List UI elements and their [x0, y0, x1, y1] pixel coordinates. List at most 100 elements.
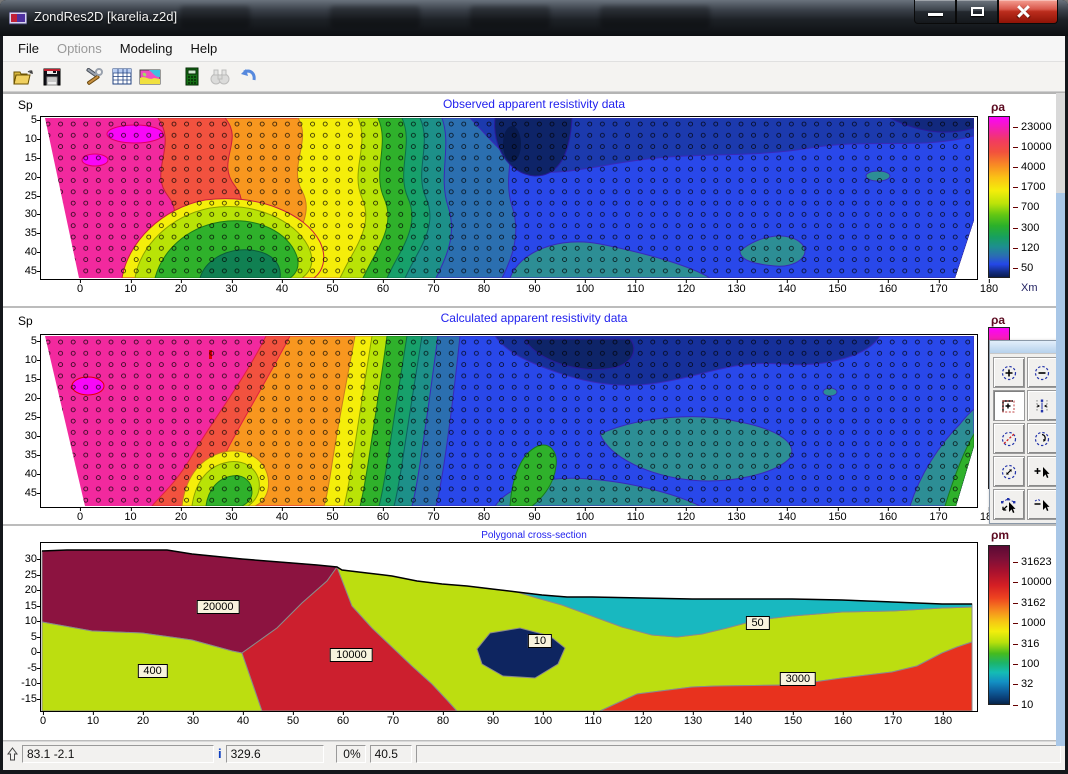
tick-label: 20 [175, 283, 187, 295]
status-bar: 83.1 -2.1 i 329.6 0% 40.5 [3, 741, 1065, 765]
region-labels: 20000 400 10000 10 50 3000 [40, 542, 978, 712]
model-plot[interactable]: 20000 400 10000 10 50 3000 [40, 542, 978, 712]
menu-bar: File Options Modeling Help [3, 36, 1065, 62]
tick-label: 10 [25, 354, 37, 366]
iteration-field: 40.5 [370, 745, 412, 763]
maximize-button[interactable] [956, 0, 998, 24]
close-button[interactable] [998, 0, 1058, 24]
tick-label: 110 [584, 715, 602, 727]
cut-polygon-button[interactable] [993, 423, 1025, 454]
tick-label: 20 [137, 715, 149, 727]
add-polygon-icon [1000, 397, 1018, 415]
calculated-plot[interactable] [40, 334, 978, 508]
tick-label: 170 [929, 511, 947, 523]
tick-label: 10 [87, 715, 99, 727]
progress-field: 0% [336, 745, 366, 763]
observed-plot[interactable] [40, 116, 978, 280]
tick-label: 10 [25, 133, 37, 145]
tick-label: 60 [377, 283, 389, 295]
resistivity-value-label[interactable]: 50 [745, 616, 769, 630]
tick-label: 50 [1021, 262, 1033, 274]
x-axis-label: Xm [1021, 282, 1038, 294]
tick-label: 5 [31, 114, 37, 126]
settings-button[interactable] [81, 65, 107, 89]
palette-title-bar[interactable] [990, 341, 1061, 354]
app-icon [9, 9, 27, 27]
right-scrollbar[interactable] [1056, 93, 1065, 746]
tick-label: 170 [884, 715, 902, 727]
section-view-button[interactable] [137, 65, 163, 89]
add-vertex-button[interactable] [1027, 456, 1059, 487]
undo-button[interactable] [235, 65, 261, 89]
floppy-disk-icon [43, 68, 61, 86]
search-button[interactable] [207, 65, 233, 89]
scrollbar-thumb[interactable] [1056, 193, 1065, 746]
add-polygon-button[interactable] [993, 390, 1025, 421]
move-vertex-button[interactable] [993, 489, 1025, 520]
menu-modeling[interactable]: Modeling [111, 38, 182, 59]
tick-label: 4000 [1021, 161, 1045, 173]
colorbar [988, 116, 1010, 278]
observed-panel: Observed apparent resistivity data Sp [3, 92, 1065, 307]
menu-file[interactable]: File [9, 38, 48, 59]
tick-label: -15 [21, 693, 37, 705]
resistivity-value-label[interactable]: 20000 [197, 600, 240, 614]
tick-label: 25 [25, 190, 37, 202]
move-vertex-icon [1000, 496, 1018, 514]
tick-label: 30 [187, 715, 199, 727]
move-edge-button[interactable] [1027, 390, 1059, 421]
delete-vertex-button[interactable] [1027, 489, 1059, 520]
y-axis-label: Sp [18, 98, 33, 112]
tick-label: 110 [627, 283, 645, 295]
scale-polygon-button[interactable] [993, 456, 1025, 487]
tick-label: 130 [684, 715, 702, 727]
title-bar[interactable]: ZondRes2D [karelia.z2d] [0, 0, 1068, 36]
tick-label: 130 [727, 511, 745, 523]
tick-label: 23000 [1021, 121, 1052, 133]
tick-label: 30 [25, 430, 37, 442]
tick-label: 30 [25, 553, 37, 565]
tick-label: 140 [778, 511, 796, 523]
save-file-button[interactable] [39, 65, 65, 89]
resistivity-value-label[interactable]: 10 [528, 634, 552, 648]
tick-label: 0 [77, 511, 83, 523]
glass-reflection [470, 6, 550, 28]
tick-label: 30 [225, 283, 237, 295]
maximize-icon [971, 7, 984, 16]
tick-label: -5 [27, 662, 37, 674]
tick-label: 100 [576, 283, 594, 295]
tick-label: 130 [727, 283, 745, 295]
delete-node-button[interactable] [1027, 357, 1059, 388]
tick-label: 30 [25, 208, 37, 220]
polygon-tools-palette[interactable] [989, 340, 1062, 524]
glass-reflection [600, 6, 710, 28]
tick-label: 150 [828, 511, 846, 523]
rotate-polygon-button[interactable] [1027, 423, 1059, 454]
add-node-button[interactable] [993, 357, 1025, 388]
tick-label: 160 [879, 511, 897, 523]
tick-label: 0 [77, 283, 83, 295]
resistivity-value-label[interactable]: 10000 [330, 648, 373, 662]
tick-label: 160 [834, 715, 852, 727]
open-file-button[interactable] [11, 65, 37, 89]
resistivity-value-label[interactable]: 400 [137, 664, 167, 678]
move-edge-icon [1033, 397, 1051, 415]
tick-label: 120 [677, 511, 695, 523]
model-panel: Polygonal cross-section 20000400 [3, 525, 1065, 741]
tick-label: 80 [478, 511, 490, 523]
tick-label: 120 [634, 715, 652, 727]
y-axis: 51015202530354045 [3, 116, 40, 280]
tick-label: -10 [21, 677, 37, 689]
tick-label: 30 [225, 511, 237, 523]
section-map-icon [139, 69, 161, 85]
tick-label: 5 [31, 631, 37, 643]
resistivity-value-label[interactable]: 3000 [780, 672, 816, 686]
run-calculation-button[interactable] [179, 65, 205, 89]
tick-label: 50 [326, 511, 338, 523]
data-table-button[interactable] [109, 65, 135, 89]
delete-vertex-icon [1033, 496, 1051, 514]
minimize-button[interactable] [914, 0, 956, 24]
menu-help[interactable]: Help [182, 38, 227, 59]
menu-options[interactable]: Options [48, 38, 111, 59]
colorbar-label: ρm [991, 528, 1009, 542]
